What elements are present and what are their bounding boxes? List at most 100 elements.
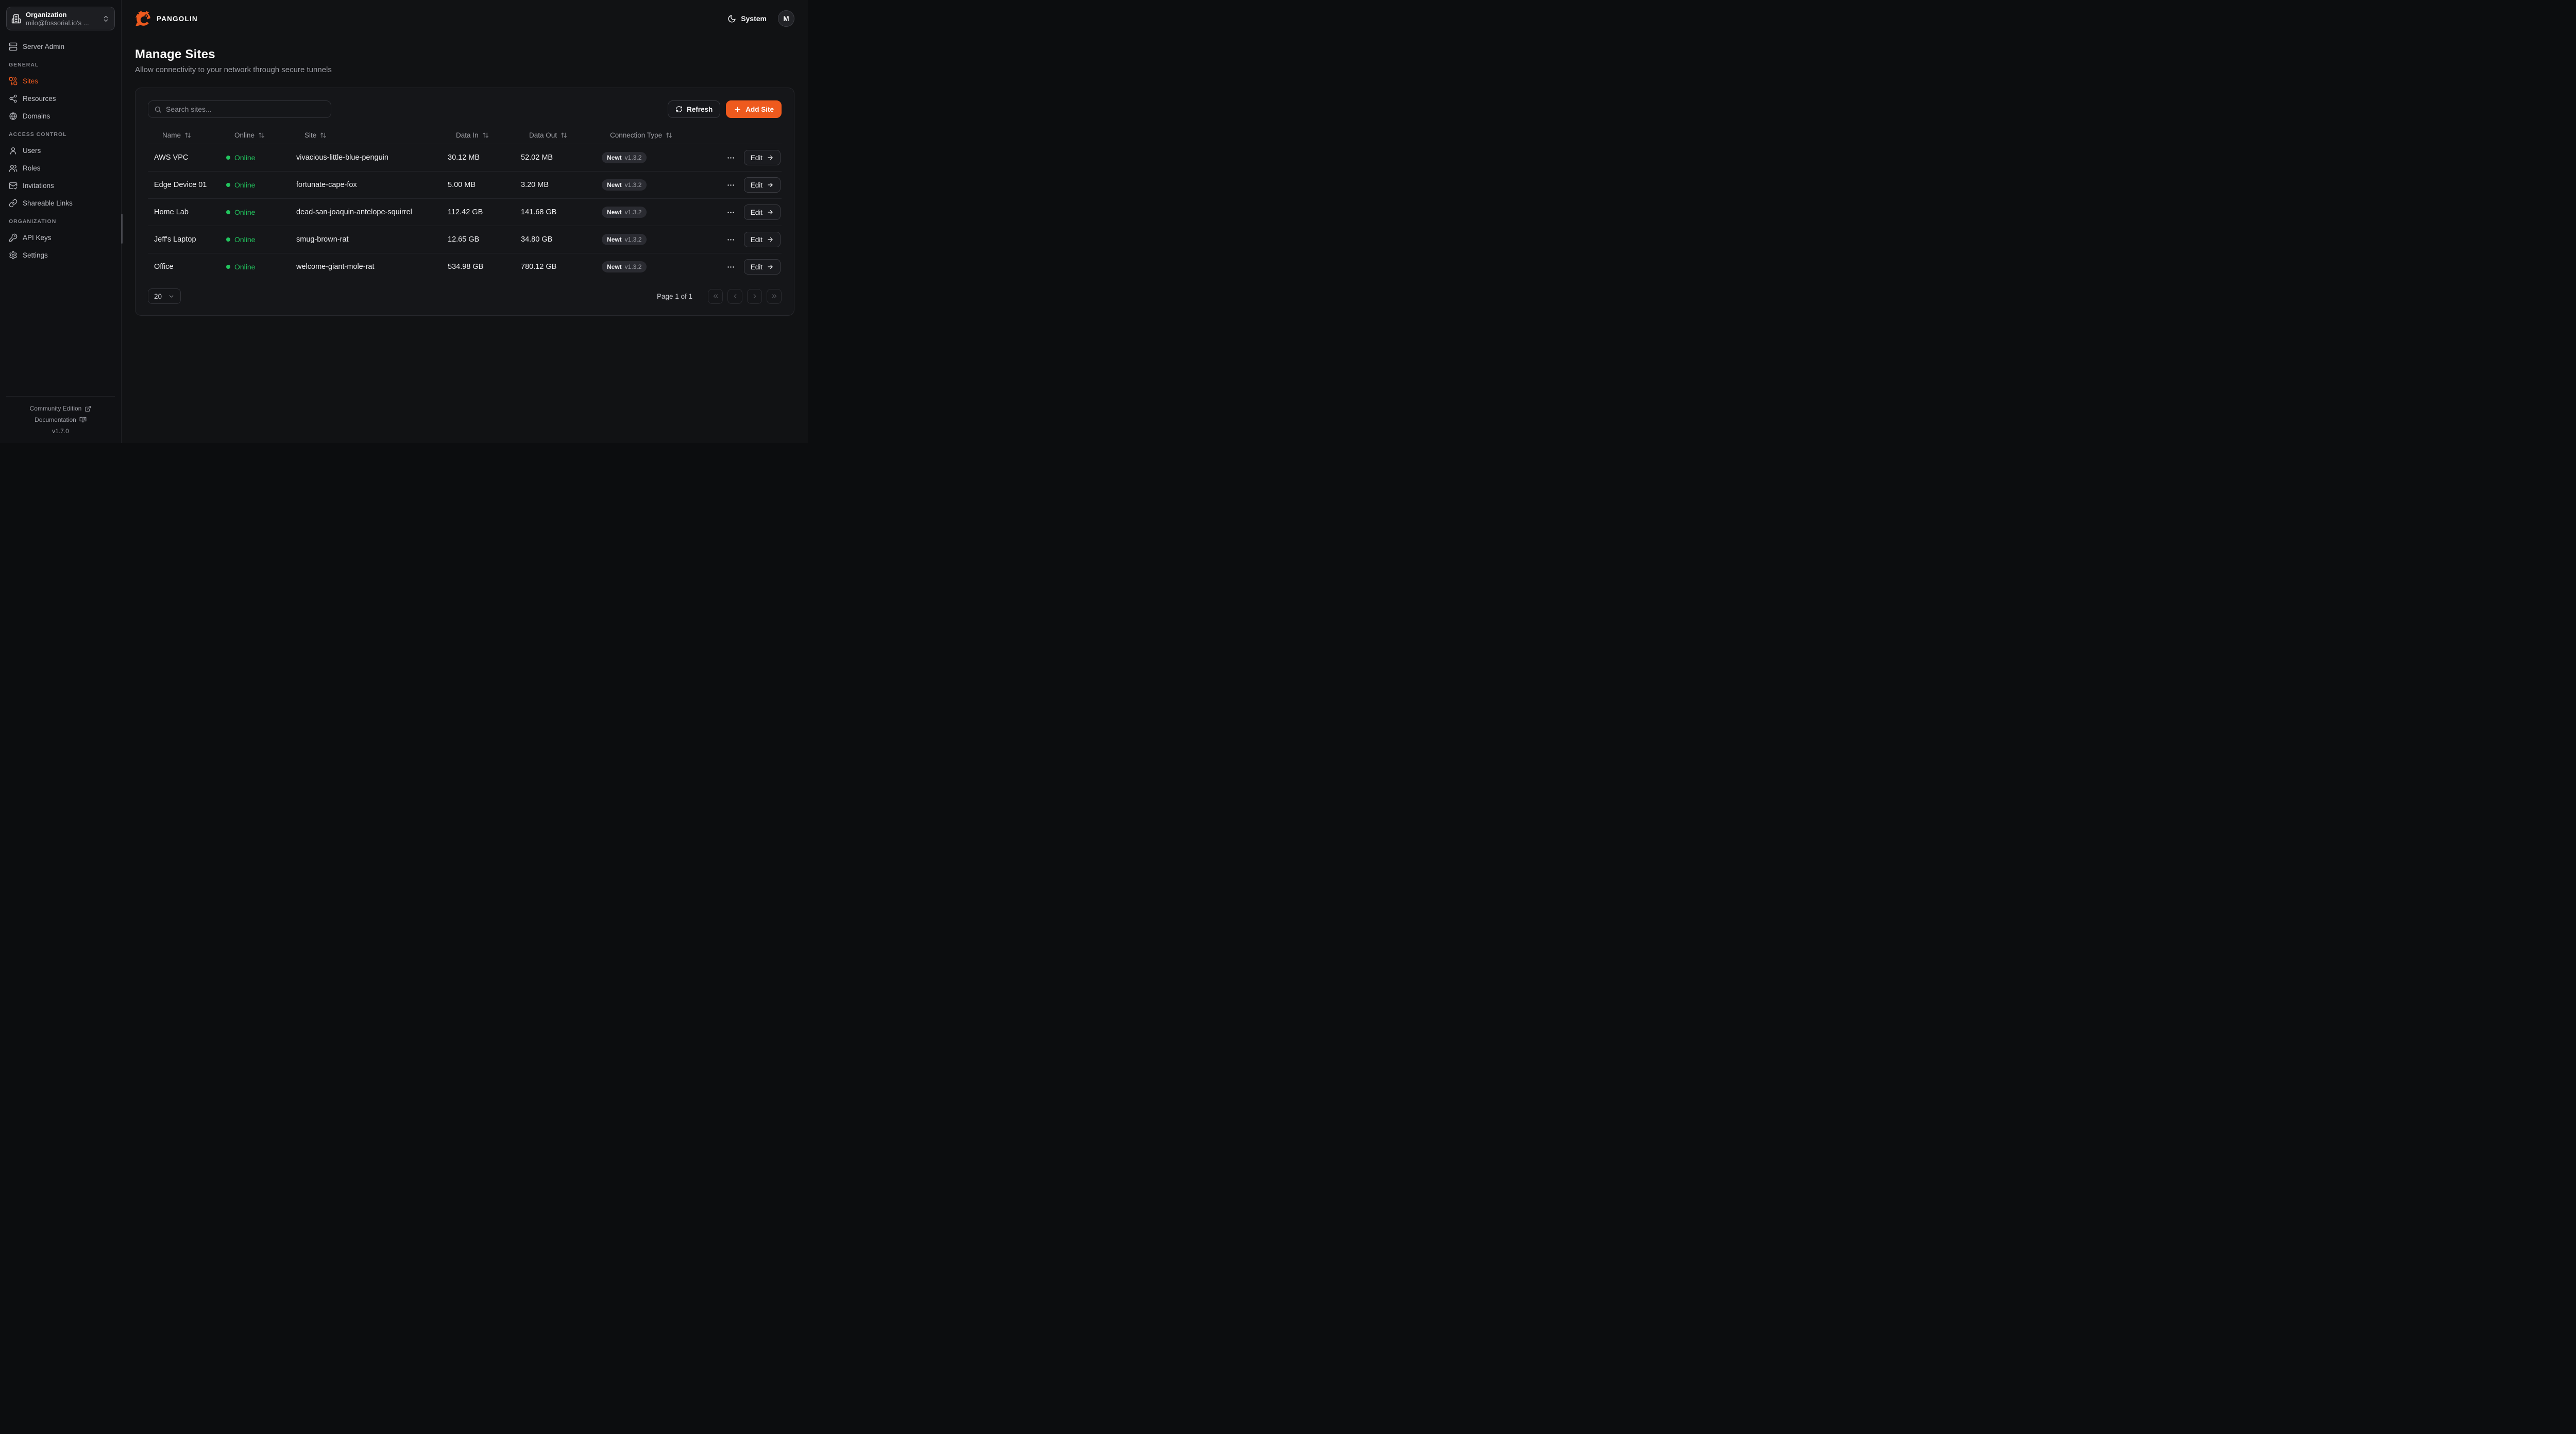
column-header-site[interactable]: Site	[290, 126, 442, 144]
row-actions-cell: Edit	[693, 177, 782, 193]
arrow-right-icon	[767, 236, 774, 243]
brand-wordmark: PANGOLIN	[157, 15, 198, 23]
row-menu-button[interactable]	[725, 152, 736, 163]
sidebar-item-roles[interactable]: Roles	[6, 160, 115, 176]
row-menu-button[interactable]	[725, 234, 736, 245]
waypoints-icon	[9, 94, 18, 103]
online-status-dot	[226, 237, 230, 242]
sidebar-item-server-admin[interactable]: Server Admin	[6, 39, 115, 54]
last-page-button[interactable]	[767, 289, 782, 304]
nav-section-heading: ACCESS CONTROL	[9, 131, 112, 138]
search-icon	[154, 106, 162, 113]
sort-icon	[482, 132, 489, 139]
sidebar-scrollbar-thumb[interactable]	[121, 214, 123, 244]
moon-icon	[727, 14, 736, 23]
row-actions-cell: Edit	[693, 259, 782, 275]
connection-badge: Newt v1.3.2	[602, 261, 647, 272]
search-box	[148, 100, 331, 118]
documentation-link[interactable]: Documentation	[35, 414, 87, 425]
chevron-left-icon	[732, 293, 739, 300]
sidebar-item-domains[interactable]: Domains	[6, 108, 115, 124]
org-switcher[interactable]: Organization milo@fossorial.io's ...	[6, 7, 115, 30]
edit-button[interactable]: Edit	[744, 232, 781, 247]
community-edition-link[interactable]: Community Edition	[30, 403, 92, 414]
add-site-button[interactable]: Add Site	[726, 100, 782, 118]
gear-icon	[9, 251, 18, 260]
prev-page-button[interactable]	[727, 289, 742, 304]
first-page-button[interactable]	[708, 289, 723, 304]
data-out-cell: 780.12 GB	[515, 263, 596, 271]
edit-button[interactable]: Edit	[744, 177, 781, 193]
edit-button[interactable]: Edit	[744, 204, 781, 220]
site-id-cell: dead-san-joaquin-antelope-squirrel	[290, 208, 442, 216]
search-input[interactable]	[166, 105, 325, 113]
sidebar-item-settings[interactable]: Settings	[6, 247, 115, 263]
sidebar-item-resources[interactable]: Resources	[6, 91, 115, 106]
app-version: v1.7.0	[6, 425, 115, 437]
data-in-cell: 12.65 GB	[442, 235, 515, 244]
column-header-connection-type[interactable]: Connection Type	[596, 126, 693, 144]
arrow-right-icon	[767, 154, 774, 161]
page-size-select[interactable]: 20	[148, 288, 181, 304]
sidebar-item-invitations[interactable]: Invitations	[6, 178, 115, 193]
table-footer: 20 Page 1 of 1	[148, 288, 782, 304]
column-header-data-out[interactable]: Data Out	[515, 126, 596, 144]
brand[interactable]: PANGOLIN	[135, 10, 198, 27]
sites-toolbar: Refresh Add Site	[148, 100, 782, 118]
site-id-cell: welcome-giant-mole-rat	[290, 263, 442, 271]
row-menu-button[interactable]	[725, 262, 736, 272]
data-in-cell: 112.42 GB	[442, 208, 515, 216]
sidebar-item-label: Resources	[23, 95, 56, 103]
online-status-dot	[226, 183, 230, 187]
external-link-icon	[84, 405, 91, 412]
sort-icon	[561, 132, 567, 139]
user-avatar[interactable]: M	[778, 10, 794, 27]
online-status-dot	[226, 210, 230, 214]
column-header-name[interactable]: Name	[148, 126, 220, 144]
topbar: PANGOLIN System M	[135, 0, 794, 37]
connection-type-cell: Newt v1.3.2	[596, 261, 693, 272]
arrow-right-icon	[767, 263, 774, 270]
building-icon	[11, 14, 21, 24]
server-icon	[9, 42, 18, 51]
sidebar-item-api-keys[interactable]: API Keys	[6, 230, 115, 245]
sidebar-item-label: Invitations	[23, 182, 54, 190]
sites-table: NameOnlineSiteData InData OutConnection …	[148, 126, 782, 280]
site-name-cell: Office	[148, 263, 220, 271]
mail-check-icon	[9, 181, 18, 190]
arrow-right-icon	[767, 209, 774, 216]
sites-card: Refresh Add Site NameOnlineSiteData InDa…	[135, 88, 794, 316]
column-header-data-in[interactable]: Data In	[442, 126, 515, 144]
theme-toggle-button[interactable]: System	[727, 14, 767, 23]
sidebar-item-sites[interactable]: Sites	[6, 73, 115, 89]
sidebar-item-label: API Keys	[23, 234, 52, 242]
next-page-button[interactable]	[747, 289, 762, 304]
online-status-dot	[226, 156, 230, 160]
sidebar-item-shareable-links[interactable]: Shareable Links	[6, 195, 115, 211]
data-in-cell: 534.98 GB	[442, 263, 515, 271]
site-status-cell: Online	[220, 181, 290, 189]
site-name-cell: Jeff's Laptop	[148, 235, 220, 244]
pangolin-logo-icon	[135, 10, 152, 27]
user-icon	[9, 146, 18, 155]
nav-section-heading: ORGANIZATION	[9, 218, 112, 225]
sidebar-item-users[interactable]: Users	[6, 143, 115, 158]
row-menu-button[interactable]	[725, 207, 736, 218]
site-name-cell: Edge Device 01	[148, 181, 220, 189]
site-status-cell: Online	[220, 208, 290, 216]
column-header-online[interactable]: Online	[220, 126, 290, 144]
sidebar-item-label: Users	[23, 147, 41, 155]
online-status-dot	[226, 265, 230, 269]
sort-icon	[184, 132, 191, 139]
sidebar-item-label: Settings	[23, 251, 48, 259]
row-menu-button[interactable]	[725, 180, 736, 191]
edit-button[interactable]: Edit	[744, 150, 781, 165]
connection-badge: Newt v1.3.2	[602, 207, 647, 218]
edit-button[interactable]: Edit	[744, 259, 781, 275]
page-subtitle: Allow connectivity to your network throu…	[135, 65, 794, 74]
refresh-button[interactable]: Refresh	[668, 100, 720, 118]
sidebar-item-label: Shareable Links	[23, 199, 73, 207]
ellipsis-icon	[726, 263, 735, 271]
data-out-cell: 3.20 MB	[515, 181, 596, 189]
globe-icon	[9, 112, 18, 121]
